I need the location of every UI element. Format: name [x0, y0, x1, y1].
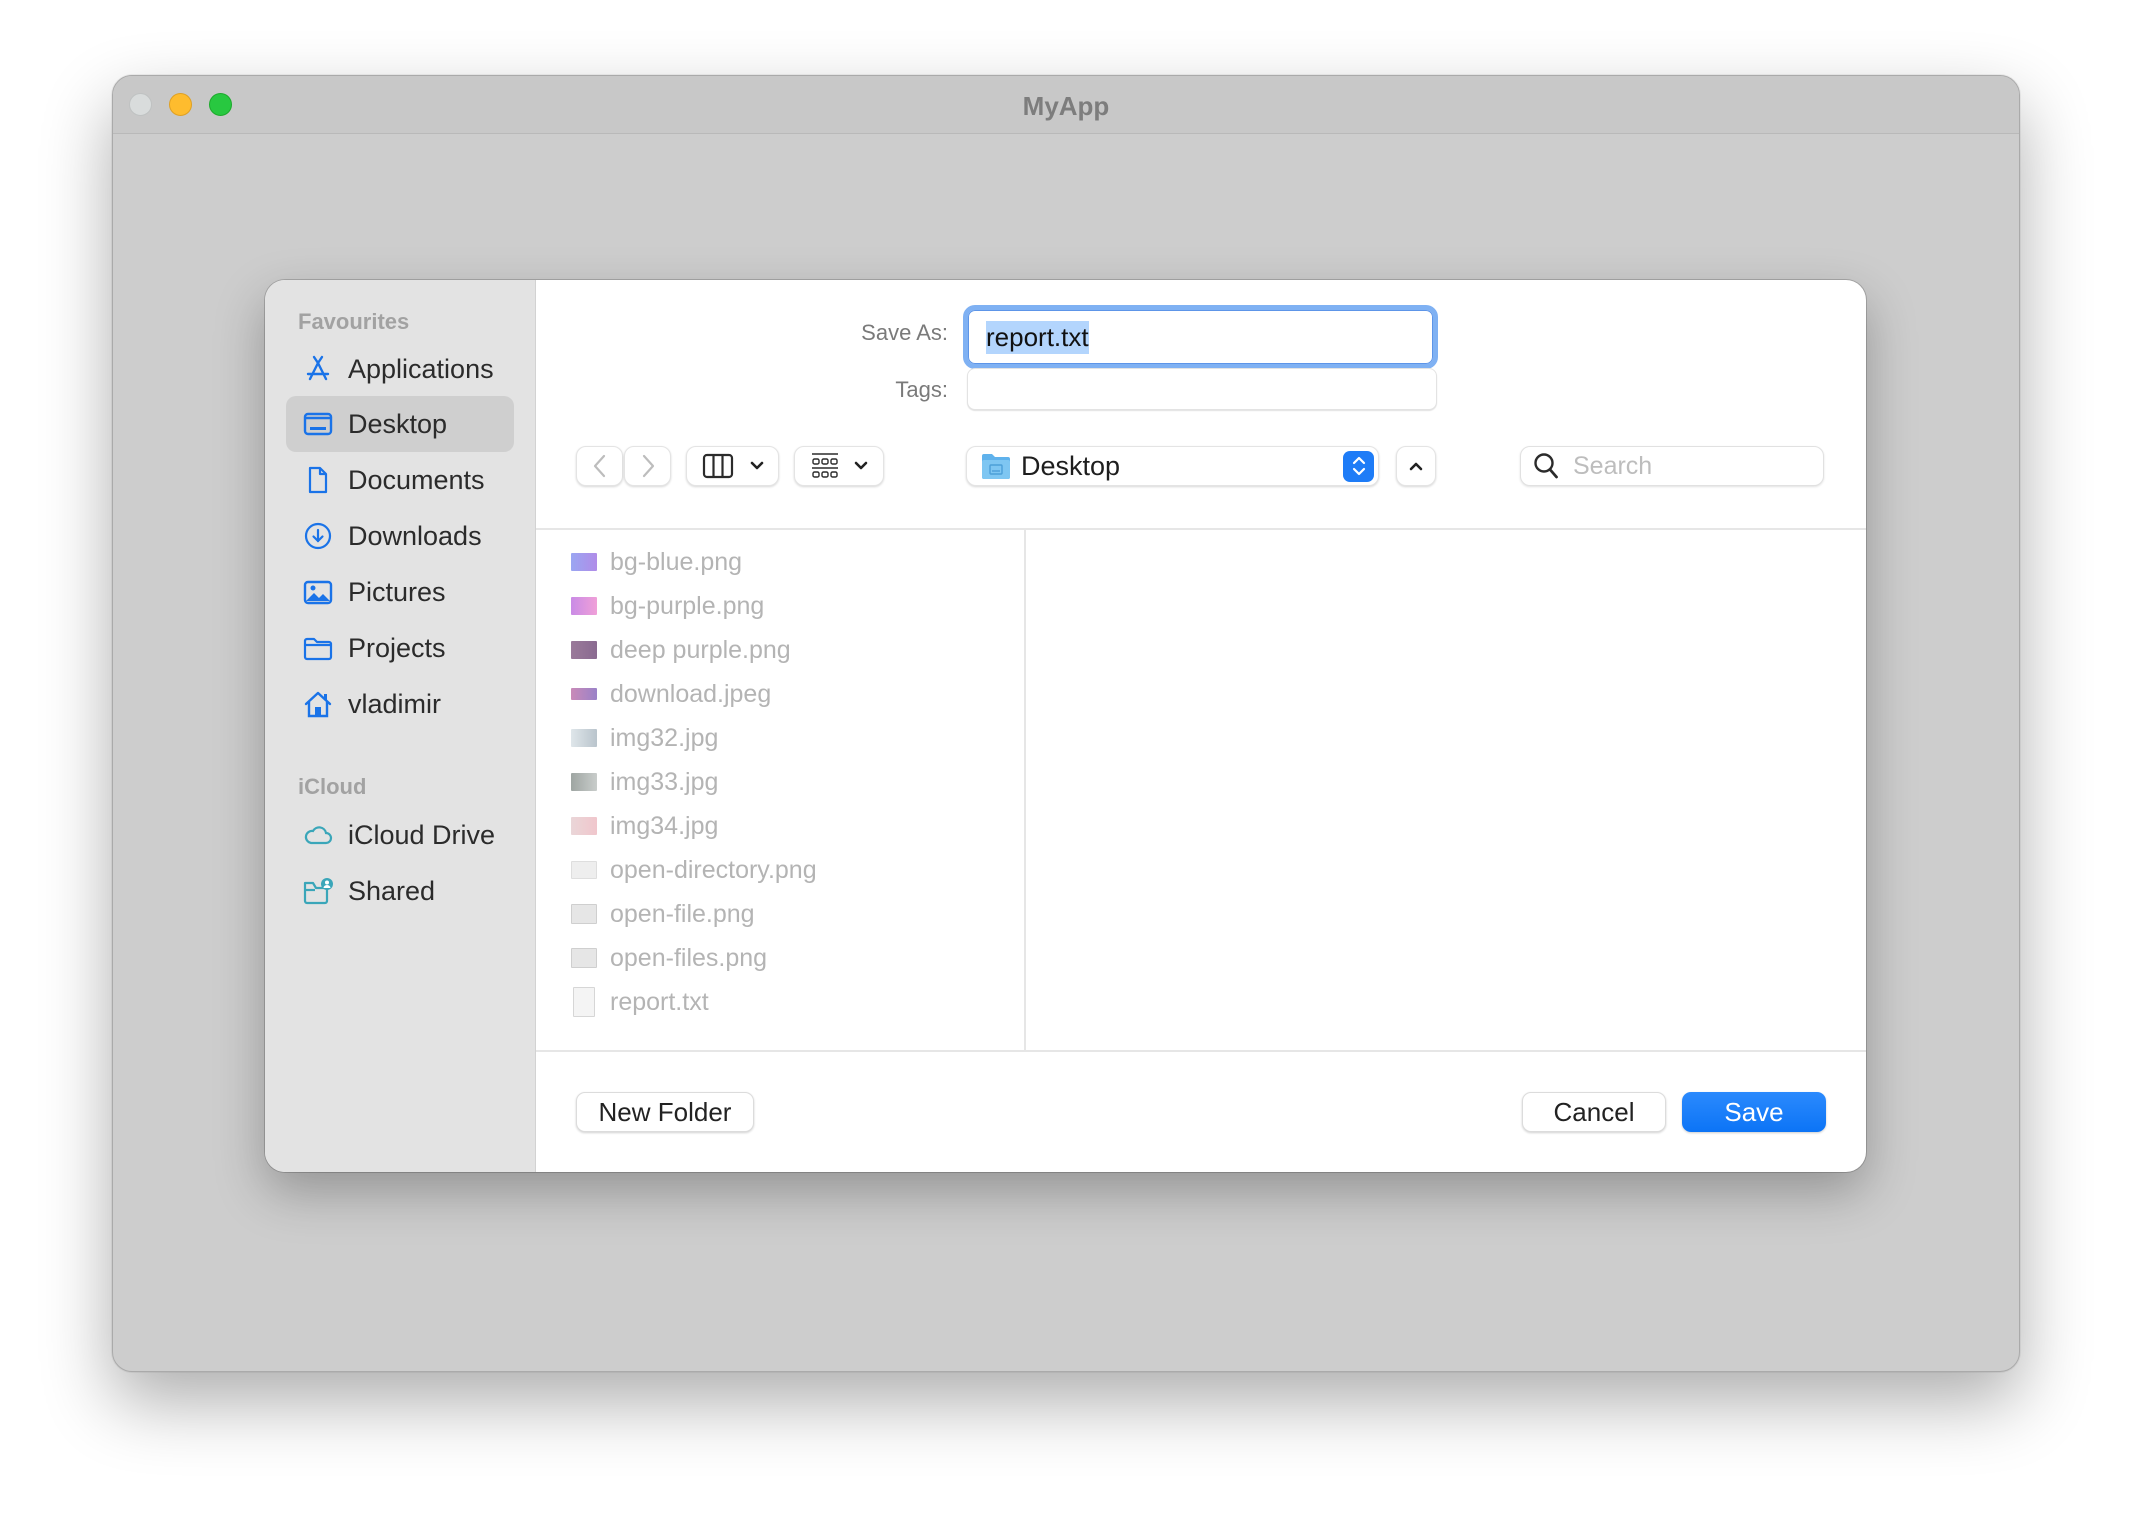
window-title: MyApp	[1022, 91, 1110, 121]
location-popup[interactable]: Desktop	[966, 446, 1379, 486]
chevron-up-icon	[1409, 462, 1423, 471]
back-button[interactable]	[576, 446, 623, 486]
sidebar-item-downloads[interactable]: Downloads	[286, 508, 514, 564]
file-name: img33.jpg	[610, 767, 719, 796]
sidebar-item-desktop[interactable]: Desktop	[286, 396, 514, 452]
image-thumbnail-icon	[571, 817, 597, 835]
sidebar-item-label: Desktop	[348, 408, 448, 439]
file-row[interactable]: open-directory.png	[536, 848, 1024, 892]
title-bar: MyApp	[113, 76, 2019, 134]
sidebar-item-label: Projects	[348, 632, 446, 663]
file-row[interactable]: bg-purple.png	[536, 584, 1024, 628]
file-name: open-files.png	[610, 943, 768, 972]
sidebar-item-label: Applications	[348, 353, 494, 384]
file-row[interactable]: deep purple.png	[536, 628, 1024, 672]
column-view-icon	[702, 453, 733, 479]
expand-collapse-button[interactable]	[1396, 446, 1436, 486]
sidebar-section-favourites: Favourites	[298, 309, 410, 334]
file-row[interactable]: img34.jpg	[536, 804, 1024, 848]
file-row[interactable]: open-file.png	[536, 892, 1024, 936]
new-folder-button[interactable]: New Folder	[576, 1092, 754, 1132]
file-row[interactable]: report.txt	[536, 980, 1024, 1024]
sidebar: Favourites Applications Desktop Document…	[265, 280, 536, 1172]
text-file-icon	[573, 987, 595, 1017]
image-thumbnail-icon	[571, 688, 597, 700]
sidebar-item-label: vladimir	[348, 688, 442, 719]
sidebar-item-label: iCloud Drive	[348, 819, 496, 850]
image-thumbnail-icon	[571, 773, 597, 791]
file-name: deep purple.png	[610, 635, 791, 664]
save-as-value: report.txt	[986, 320, 1089, 354]
file-name: report.txt	[610, 987, 709, 1016]
sidebar-item-label: Pictures	[348, 576, 446, 607]
chevron-down-icon	[750, 461, 763, 470]
image-thumbnail-icon	[571, 904, 597, 924]
location-label: Desktop	[1021, 450, 1121, 481]
chevron-down-icon	[854, 461, 868, 470]
save-button[interactable]: Save	[1682, 1092, 1826, 1132]
file-name: open-file.png	[610, 899, 755, 928]
image-thumbnail-icon	[571, 597, 597, 615]
column-divider	[1024, 529, 1026, 1051]
tags-input[interactable]	[967, 368, 1437, 410]
image-thumbnail-icon	[571, 729, 597, 747]
file-name: img34.jpg	[610, 811, 719, 840]
image-thumbnail-icon	[571, 641, 597, 659]
tags-label: Tags:	[895, 377, 948, 402]
download-icon	[302, 520, 334, 552]
sidebar-item-pictures[interactable]: Pictures	[286, 564, 514, 620]
applications-icon	[302, 353, 334, 385]
home-icon	[302, 688, 334, 720]
file-row[interactable]: img33.jpg	[536, 760, 1024, 804]
footer-divider	[536, 1050, 1866, 1052]
file-row[interactable]: bg-blue.png	[536, 540, 1024, 584]
file-row[interactable]: download.jpeg	[536, 672, 1024, 716]
popup-stepper-icon	[1343, 450, 1374, 482]
file-name: img32.jpg	[610, 723, 719, 752]
sidebar-section-icloud: iCloud	[298, 774, 367, 799]
sidebar-item-applications[interactable]: Applications	[286, 341, 514, 397]
chevron-left-icon	[593, 454, 605, 478]
group-icon	[812, 453, 838, 478]
document-icon	[302, 464, 334, 496]
shared-folder-icon	[302, 875, 334, 907]
sidebar-item-projects[interactable]: Projects	[286, 620, 514, 676]
file-name: download.jpeg	[610, 679, 772, 708]
sidebar-item-label: Downloads	[348, 520, 482, 551]
group-by-button[interactable]	[794, 446, 884, 486]
folder-icon	[302, 632, 334, 664]
sidebar-item-home[interactable]: vladimir	[286, 676, 514, 732]
sidebar-item-shared[interactable]: Shared	[286, 863, 514, 919]
file-name: open-directory.png	[610, 855, 817, 884]
search-icon	[1534, 453, 1558, 479]
save-as-label: Save As:	[861, 320, 948, 345]
sidebar-item-documents[interactable]: Documents	[286, 452, 514, 508]
sidebar-item-label: Documents	[348, 464, 485, 495]
toolbar-divider	[536, 528, 1866, 530]
file-name: bg-purple.png	[610, 591, 765, 620]
view-mode-button[interactable]	[686, 446, 779, 486]
pictures-icon	[302, 576, 334, 608]
cancel-button[interactable]: Cancel	[1522, 1092, 1666, 1132]
forward-button[interactable]	[624, 446, 671, 486]
file-row[interactable]: open-files.png	[536, 936, 1024, 980]
save-as-input[interactable]: report.txt	[963, 305, 1438, 369]
file-row[interactable]: img32.jpg	[536, 716, 1024, 760]
cloud-icon	[302, 819, 334, 851]
search-input[interactable]	[1571, 450, 1805, 482]
search-field[interactable]	[1520, 446, 1824, 486]
sidebar-item-label: Shared	[348, 875, 436, 906]
file-name: bg-blue.png	[610, 547, 743, 576]
desktop-icon	[302, 408, 334, 440]
image-thumbnail-icon	[571, 553, 597, 571]
save-dialog: Favourites Applications Desktop Document…	[265, 280, 1866, 1172]
image-thumbnail-icon	[571, 861, 597, 879]
desktop-folder-icon	[982, 454, 1010, 479]
sidebar-item-icloud-drive[interactable]: iCloud Drive	[286, 807, 514, 863]
image-thumbnail-icon	[571, 948, 597, 968]
chevron-right-icon	[642, 454, 654, 478]
